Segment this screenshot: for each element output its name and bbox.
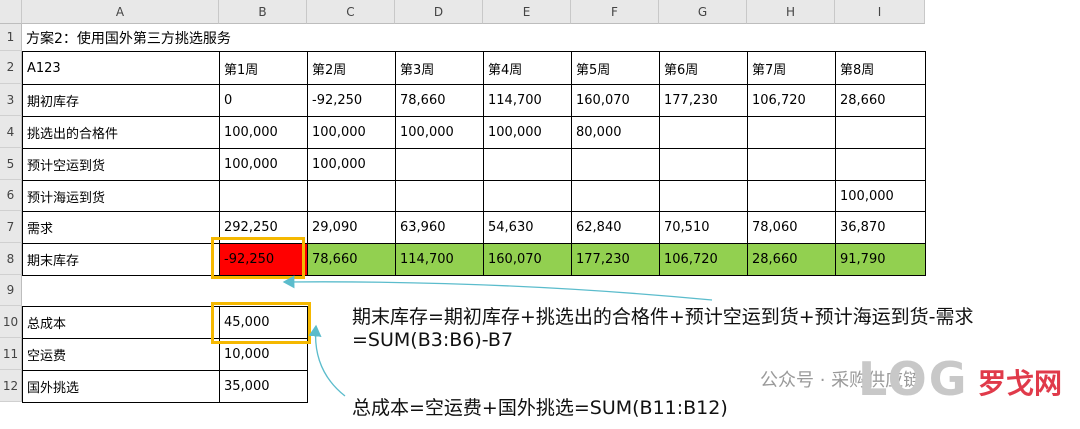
formula-total-cost: 总成本=空运费+国外挑选=SUM(B11:B12) (352, 397, 728, 419)
formula-ending-inventory-line1: 期末库存=期初库存+挑选出的合格件+预计空运到货+预计海运到货-需求 (352, 306, 974, 328)
arrow-to-total-cost (308, 324, 346, 397)
logo-chinese: 罗戈网 (978, 367, 1063, 400)
logo-letters: LOG (858, 352, 969, 406)
arrow-to-ending-inventory (282, 275, 713, 301)
brand-logo: LOG 罗戈网 (858, 346, 1068, 406)
formula-ending-inventory-line2: =SUM(B3:B6)-B7 (352, 329, 514, 351)
